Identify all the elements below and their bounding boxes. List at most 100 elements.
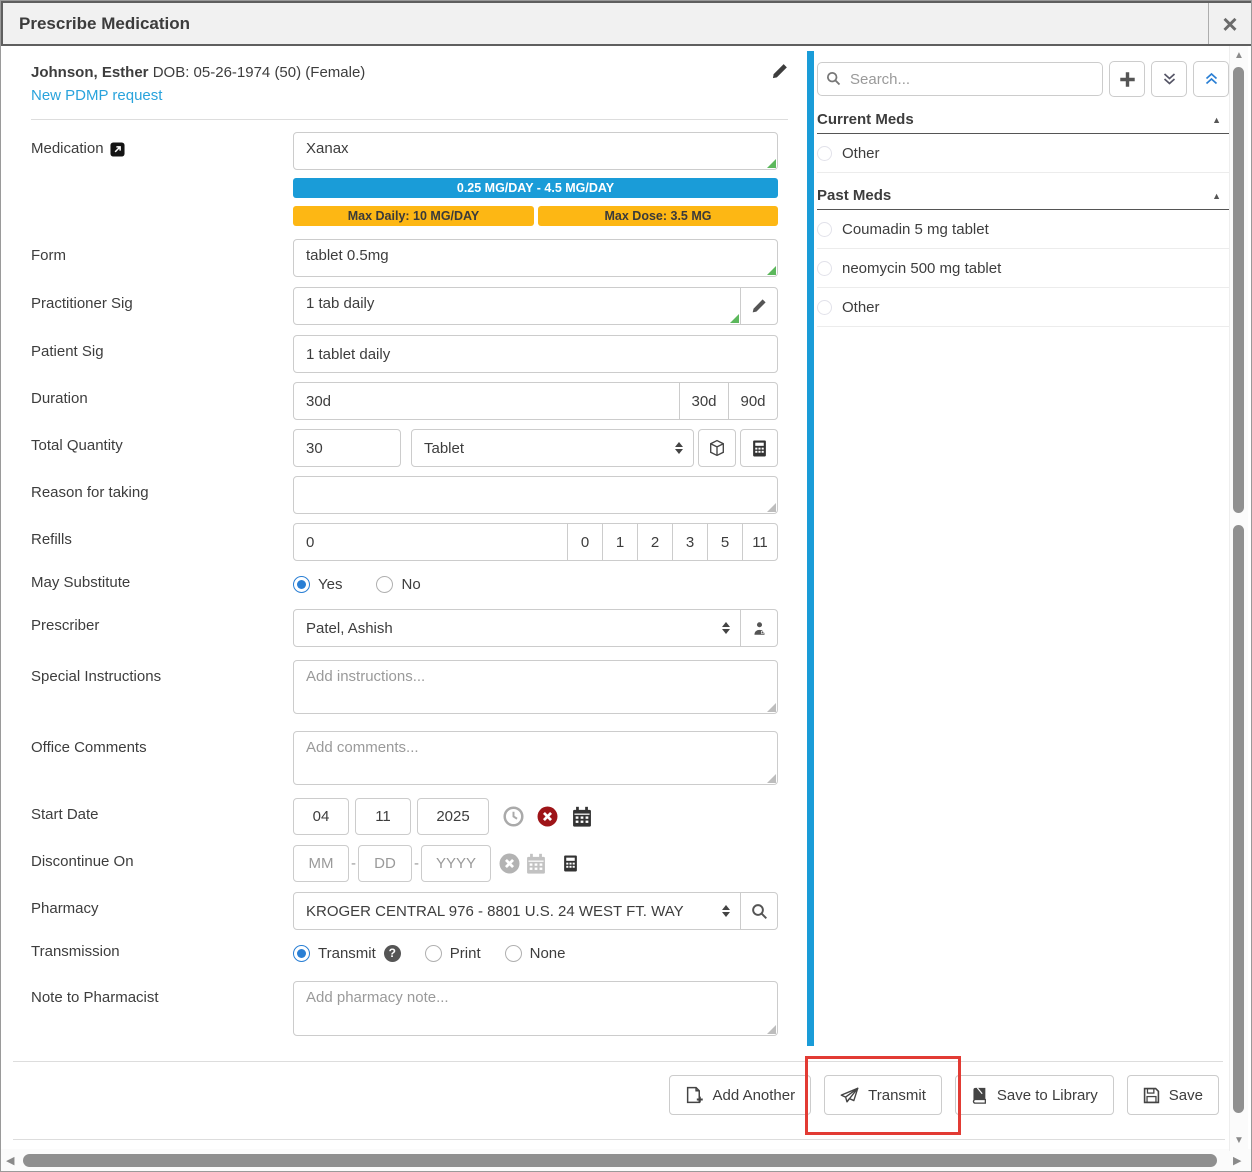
office-comments-input[interactable] bbox=[293, 731, 778, 785]
refills-quick-1[interactable]: 1 bbox=[602, 523, 638, 561]
discontinue-row: Discontinue On - - bbox=[31, 845, 788, 882]
office-comments-label: Office Comments bbox=[31, 739, 147, 756]
footer-divider bbox=[13, 1061, 1223, 1062]
discontinue-day-input[interactable] bbox=[358, 845, 412, 882]
refills-quick-5[interactable]: 5 bbox=[707, 523, 743, 561]
refills-quick-0[interactable]: 0 bbox=[567, 523, 603, 561]
edit-sig-button[interactable] bbox=[740, 287, 778, 325]
expand-all-button[interactable] bbox=[1151, 61, 1187, 97]
duration-quick-90d[interactable]: 90d bbox=[728, 382, 778, 420]
discontinue-calculator-button[interactable] bbox=[563, 855, 578, 872]
special-instructions-input[interactable] bbox=[293, 660, 778, 714]
reason-input[interactable] bbox=[293, 476, 778, 514]
scroll-right-arrow[interactable]: ▶ bbox=[1233, 1154, 1241, 1167]
close-button[interactable]: × bbox=[1209, 3, 1251, 44]
scroll-up-arrow[interactable]: ▲ bbox=[1230, 50, 1248, 61]
sidebar-search-input[interactable] bbox=[817, 62, 1103, 96]
start-date-label: Start Date bbox=[31, 806, 99, 823]
past-meds-header[interactable]: Past Meds ▲ bbox=[817, 182, 1229, 210]
substitute-yes-radio[interactable] bbox=[293, 576, 310, 593]
collapse-all-button[interactable] bbox=[1193, 61, 1229, 97]
duration-input[interactable] bbox=[293, 382, 680, 420]
medication-input[interactable]: Xanax bbox=[293, 132, 778, 170]
discontinue-year-input[interactable] bbox=[421, 845, 491, 882]
pharmacy-search-button[interactable] bbox=[740, 892, 778, 930]
patient-sig-row: Patient Sig bbox=[31, 335, 788, 373]
quantity-unit-select[interactable]: Tablet bbox=[411, 429, 694, 467]
add-med-button[interactable] bbox=[1109, 61, 1145, 97]
pharmacy-label: Pharmacy bbox=[31, 900, 99, 917]
save-to-library-button[interactable]: Save to Library bbox=[955, 1075, 1114, 1115]
clock-icon bbox=[503, 806, 524, 827]
total-quantity-input[interactable] bbox=[293, 429, 401, 467]
med-radio[interactable] bbox=[817, 222, 832, 237]
quantity-calculator-button[interactable] bbox=[740, 429, 778, 467]
may-substitute-row: May Substitute Yes No bbox=[31, 572, 788, 594]
discontinue-calendar-button[interactable] bbox=[525, 853, 547, 875]
calculator-icon bbox=[563, 855, 578, 872]
new-pdmp-request-link[interactable]: New PDMP request bbox=[31, 87, 811, 107]
vertical-scrollbar[interactable]: ▲ ▼ bbox=[1229, 46, 1248, 1151]
current-meds-header[interactable]: Current Meds ▲ bbox=[817, 106, 1229, 134]
med-radio[interactable] bbox=[817, 261, 832, 276]
pharmacy-row: Pharmacy KROGER CENTRAL 976 - 8801 U.S. … bbox=[31, 892, 788, 930]
transmit-button[interactable]: Transmit bbox=[824, 1075, 942, 1115]
refills-input[interactable] bbox=[293, 523, 568, 561]
refills-quick-3[interactable]: 3 bbox=[672, 523, 708, 561]
modal-bottom-border bbox=[13, 1139, 1225, 1140]
patient-sig-input[interactable] bbox=[293, 335, 778, 373]
transmission-none-radio[interactable] bbox=[505, 945, 522, 962]
scrollbar-thumb[interactable] bbox=[1233, 67, 1244, 513]
refills-quick-11[interactable]: 11 bbox=[742, 523, 778, 561]
start-date-clear-button[interactable] bbox=[537, 806, 558, 827]
med-radio[interactable] bbox=[817, 146, 832, 161]
save-button[interactable]: Save bbox=[1127, 1075, 1219, 1115]
floppy-disk-icon bbox=[1143, 1087, 1160, 1104]
scroll-left-arrow[interactable]: ◀ bbox=[6, 1154, 14, 1167]
package-lookup-button[interactable] bbox=[698, 429, 736, 467]
collapse-triangle-icon[interactable]: ▲ bbox=[1212, 115, 1229, 125]
add-another-button[interactable]: Add Another bbox=[669, 1075, 812, 1115]
pharmacy-select[interactable]: KROGER CENTRAL 976 - 8801 U.S. 24 WEST F… bbox=[293, 892, 741, 930]
transmission-print-radio[interactable] bbox=[425, 945, 442, 962]
practitioner-sig-input[interactable]: 1 tab daily bbox=[293, 287, 741, 325]
current-med-item[interactable]: Other bbox=[817, 134, 1229, 173]
pencil-icon bbox=[751, 298, 767, 314]
start-month-input[interactable] bbox=[293, 798, 349, 835]
form-input[interactable]: tablet 0.5mg bbox=[293, 239, 778, 277]
prescriber-lookup-button[interactable] bbox=[740, 609, 778, 647]
past-med-item[interactable]: Other bbox=[817, 288, 1229, 327]
scrollbar-thumb[interactable] bbox=[1233, 525, 1244, 1113]
transmission-transmit-radio[interactable] bbox=[293, 945, 310, 962]
scrollbar-thumb[interactable] bbox=[23, 1154, 1217, 1167]
start-date-time-button[interactable] bbox=[503, 806, 524, 827]
refills-quick-2[interactable]: 2 bbox=[637, 523, 673, 561]
substitute-no-label: No bbox=[401, 576, 420, 593]
past-med-item[interactable]: neomycin 500 mg tablet bbox=[817, 249, 1229, 288]
start-date-calendar-button[interactable] bbox=[571, 806, 593, 828]
collapse-triangle-icon[interactable]: ▲ bbox=[1212, 191, 1229, 201]
external-link-icon[interactable] bbox=[110, 142, 125, 157]
discontinue-clear-button[interactable] bbox=[499, 853, 520, 874]
scroll-down-arrow[interactable]: ▼ bbox=[1230, 1135, 1248, 1146]
discontinue-label: Discontinue On bbox=[31, 853, 134, 870]
search-icon bbox=[751, 903, 768, 920]
start-day-input[interactable] bbox=[355, 798, 411, 835]
pharmacy-note-input[interactable] bbox=[293, 981, 778, 1036]
substitute-no-radio[interactable] bbox=[376, 576, 393, 593]
transmission-transmit-label: Transmit bbox=[318, 945, 376, 962]
edit-patient-pencil-icon[interactable] bbox=[771, 63, 788, 80]
transmit-help-icon[interactable]: ? bbox=[384, 945, 401, 962]
start-year-input[interactable] bbox=[417, 798, 489, 835]
practitioner-sig-label: Practitioner Sig bbox=[31, 295, 133, 312]
patient-header: Johnson, Esther DOB: 05-26-1974 (50) (Fe… bbox=[31, 62, 788, 84]
discontinue-month-input[interactable] bbox=[293, 845, 349, 882]
horizontal-scrollbar[interactable]: ◀ ▶ bbox=[1, 1149, 1252, 1172]
form-input-wrap: tablet 0.5mg bbox=[293, 239, 778, 277]
prescriber-select[interactable]: Patel, Ashish bbox=[293, 609, 741, 647]
med-radio[interactable] bbox=[817, 300, 832, 315]
past-med-item[interactable]: Coumadin 5 mg tablet bbox=[817, 210, 1229, 249]
patient-divider bbox=[31, 119, 788, 120]
prescriber-label: Prescriber bbox=[31, 617, 99, 634]
duration-quick-30d[interactable]: 30d bbox=[679, 382, 729, 420]
